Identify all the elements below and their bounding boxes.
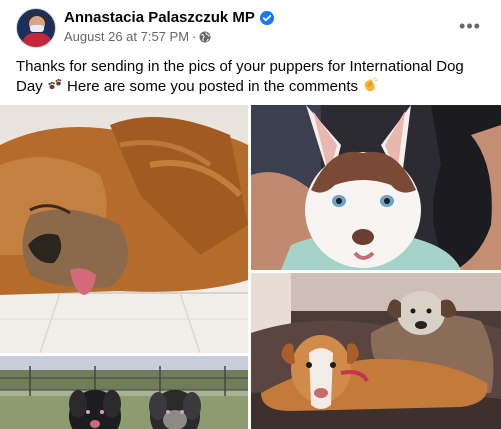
meta-separator: · bbox=[192, 29, 197, 44]
paw-prints-emoji bbox=[47, 77, 63, 99]
verified-badge-icon bbox=[259, 10, 274, 25]
avatar[interactable] bbox=[16, 8, 56, 48]
author-name[interactable]: Annastacia Palaszczuk MP bbox=[64, 9, 255, 26]
post-timestamp[interactable]: August 26 at 7:57 PM bbox=[64, 29, 189, 44]
post-text: Thanks for sending in the pics of your p… bbox=[16, 57, 486, 99]
post-header: Annastacia Palaszczuk MP August 26 at 7:… bbox=[16, 8, 486, 48]
more-options-button[interactable]: ••• bbox=[454, 12, 486, 40]
two-black-dogs-photo[interactable] bbox=[0, 356, 248, 429]
sleeping-dog-photo[interactable] bbox=[0, 105, 248, 353]
globe-icon[interactable] bbox=[199, 31, 211, 43]
post-meta: August 26 at 7:57 PM · bbox=[64, 29, 211, 44]
husky-puppy-photo[interactable] bbox=[251, 105, 501, 270]
two-dogs-on-couch-photo[interactable] bbox=[251, 273, 501, 429]
photo-grid bbox=[0, 105, 501, 429]
clapping-hands-emoji bbox=[362, 77, 378, 99]
author-row: Annastacia Palaszczuk MP bbox=[64, 9, 274, 26]
post-text-tail: Here are some you posted in the comments bbox=[67, 78, 359, 95]
